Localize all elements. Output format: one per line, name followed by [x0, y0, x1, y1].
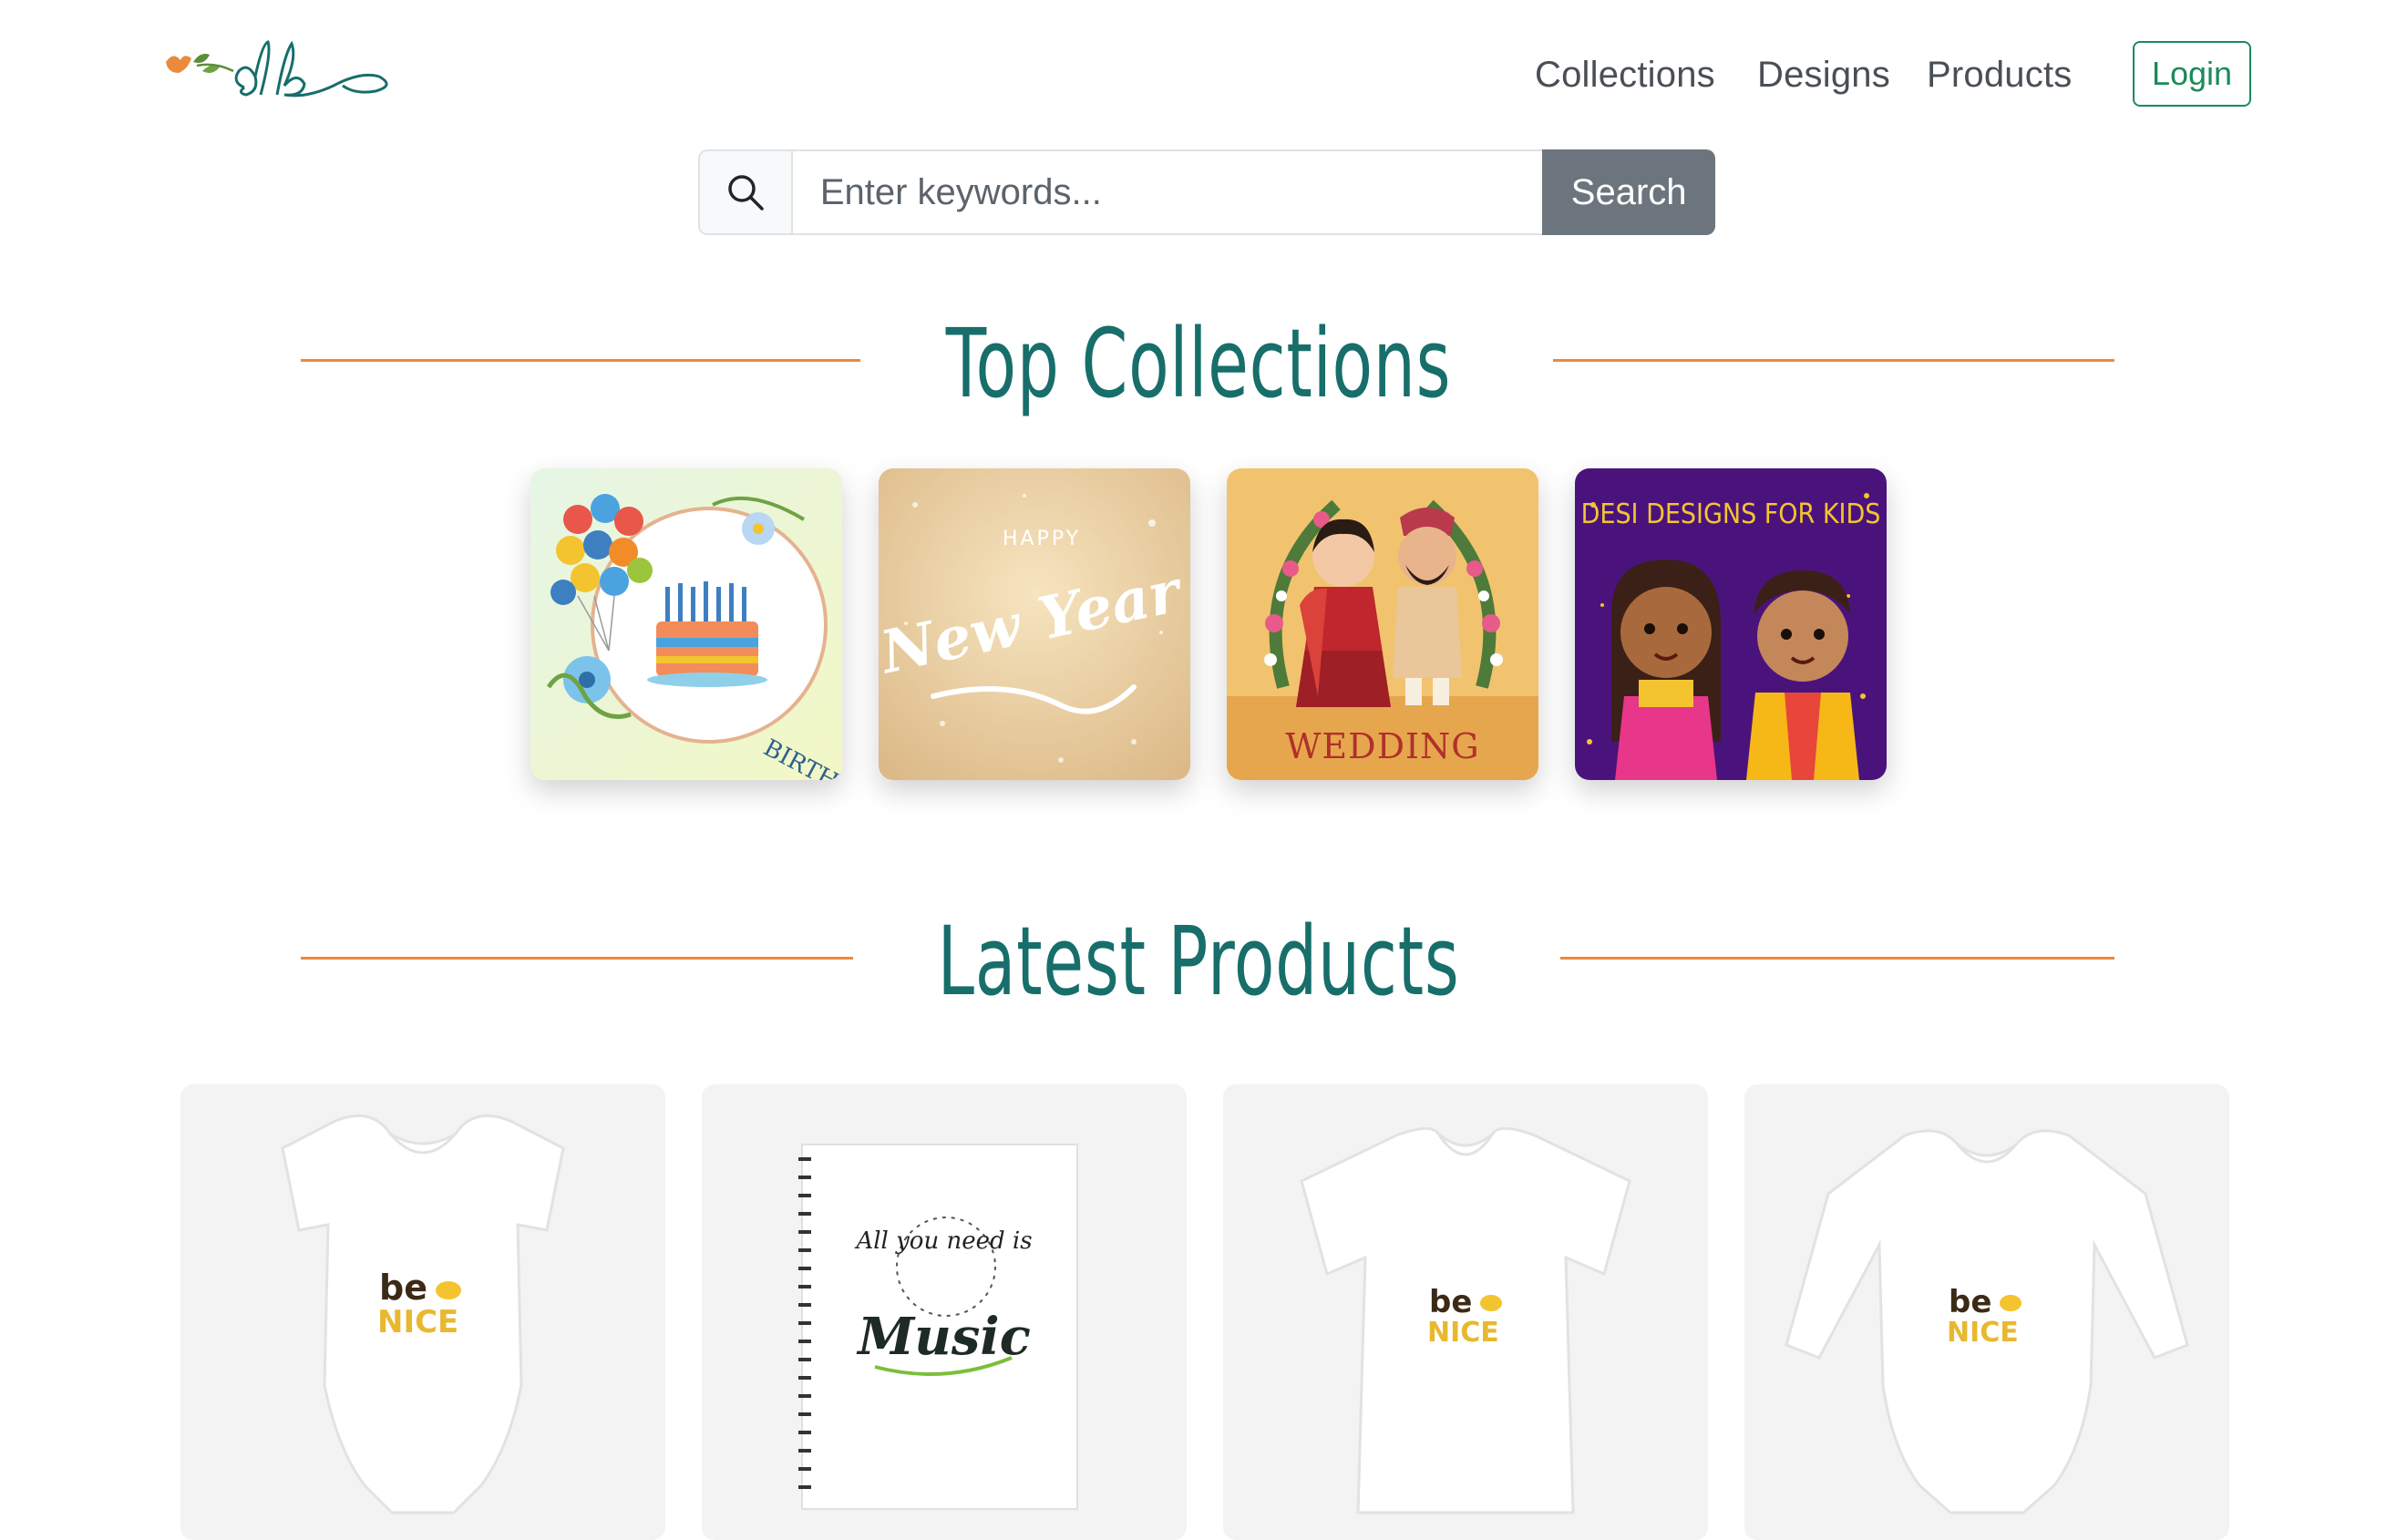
notebook-print-line2: Music — [856, 1307, 1031, 1367]
collection-new-year[interactable]: HAPPY New Year — [879, 468, 1190, 780]
desi-designs-caption: DESI DESIGNS FOR KIDS — [1581, 498, 1881, 530]
login-button[interactable]: Login — [2133, 41, 2251, 107]
onesie-print-line2: NICE — [377, 1304, 458, 1340]
collection-desi-designs-for-kids[interactable]: DESI DESIGNS FOR KIDS — [1575, 468, 1887, 780]
top-collections-title: Top Collections — [945, 308, 1452, 419]
long-sleeve-print-line1: be — [1949, 1284, 1991, 1320]
new-year-caption-top: HAPPY — [1003, 528, 1081, 550]
product-card-onesie[interactable]: be NICE — [180, 1084, 665, 1540]
onesie-print-line1: be — [379, 1268, 427, 1308]
product-card-long-sleeve-onesie[interactable]: be NICE — [1744, 1084, 2229, 1540]
wedding-caption: WEDDING — [1285, 726, 1479, 766]
tshirt-print-line1: be — [1429, 1284, 1472, 1320]
long-sleeve-print-line2: NICE — [1947, 1317, 2019, 1349]
collection-birthday[interactable]: BIRTHDAY — [530, 468, 842, 780]
search-input[interactable] — [790, 149, 1543, 235]
collection-wedding[interactable]: WEDDING — [1227, 468, 1538, 780]
latest-products-title: Latest Products — [937, 906, 1460, 1017]
search-bar: Search — [698, 149, 1715, 235]
nav-link-collections[interactable]: Collections — [1535, 55, 1715, 96]
product-card-notebook[interactable]: All you need is Music — [702, 1084, 1187, 1540]
tshirt-print-line2: NICE — [1427, 1317, 1499, 1349]
site-logo[interactable] — [160, 35, 397, 117]
product-card-tshirt[interactable]: be NICE — [1223, 1084, 1708, 1540]
search-button[interactable]: Search — [1542, 149, 1715, 235]
search-icon[interactable] — [698, 149, 791, 235]
nav-link-products[interactable]: Products — [1927, 55, 2072, 96]
nav-link-designs[interactable]: Designs — [1757, 55, 1890, 96]
notebook-print-line1: All you need is — [854, 1227, 1032, 1255]
